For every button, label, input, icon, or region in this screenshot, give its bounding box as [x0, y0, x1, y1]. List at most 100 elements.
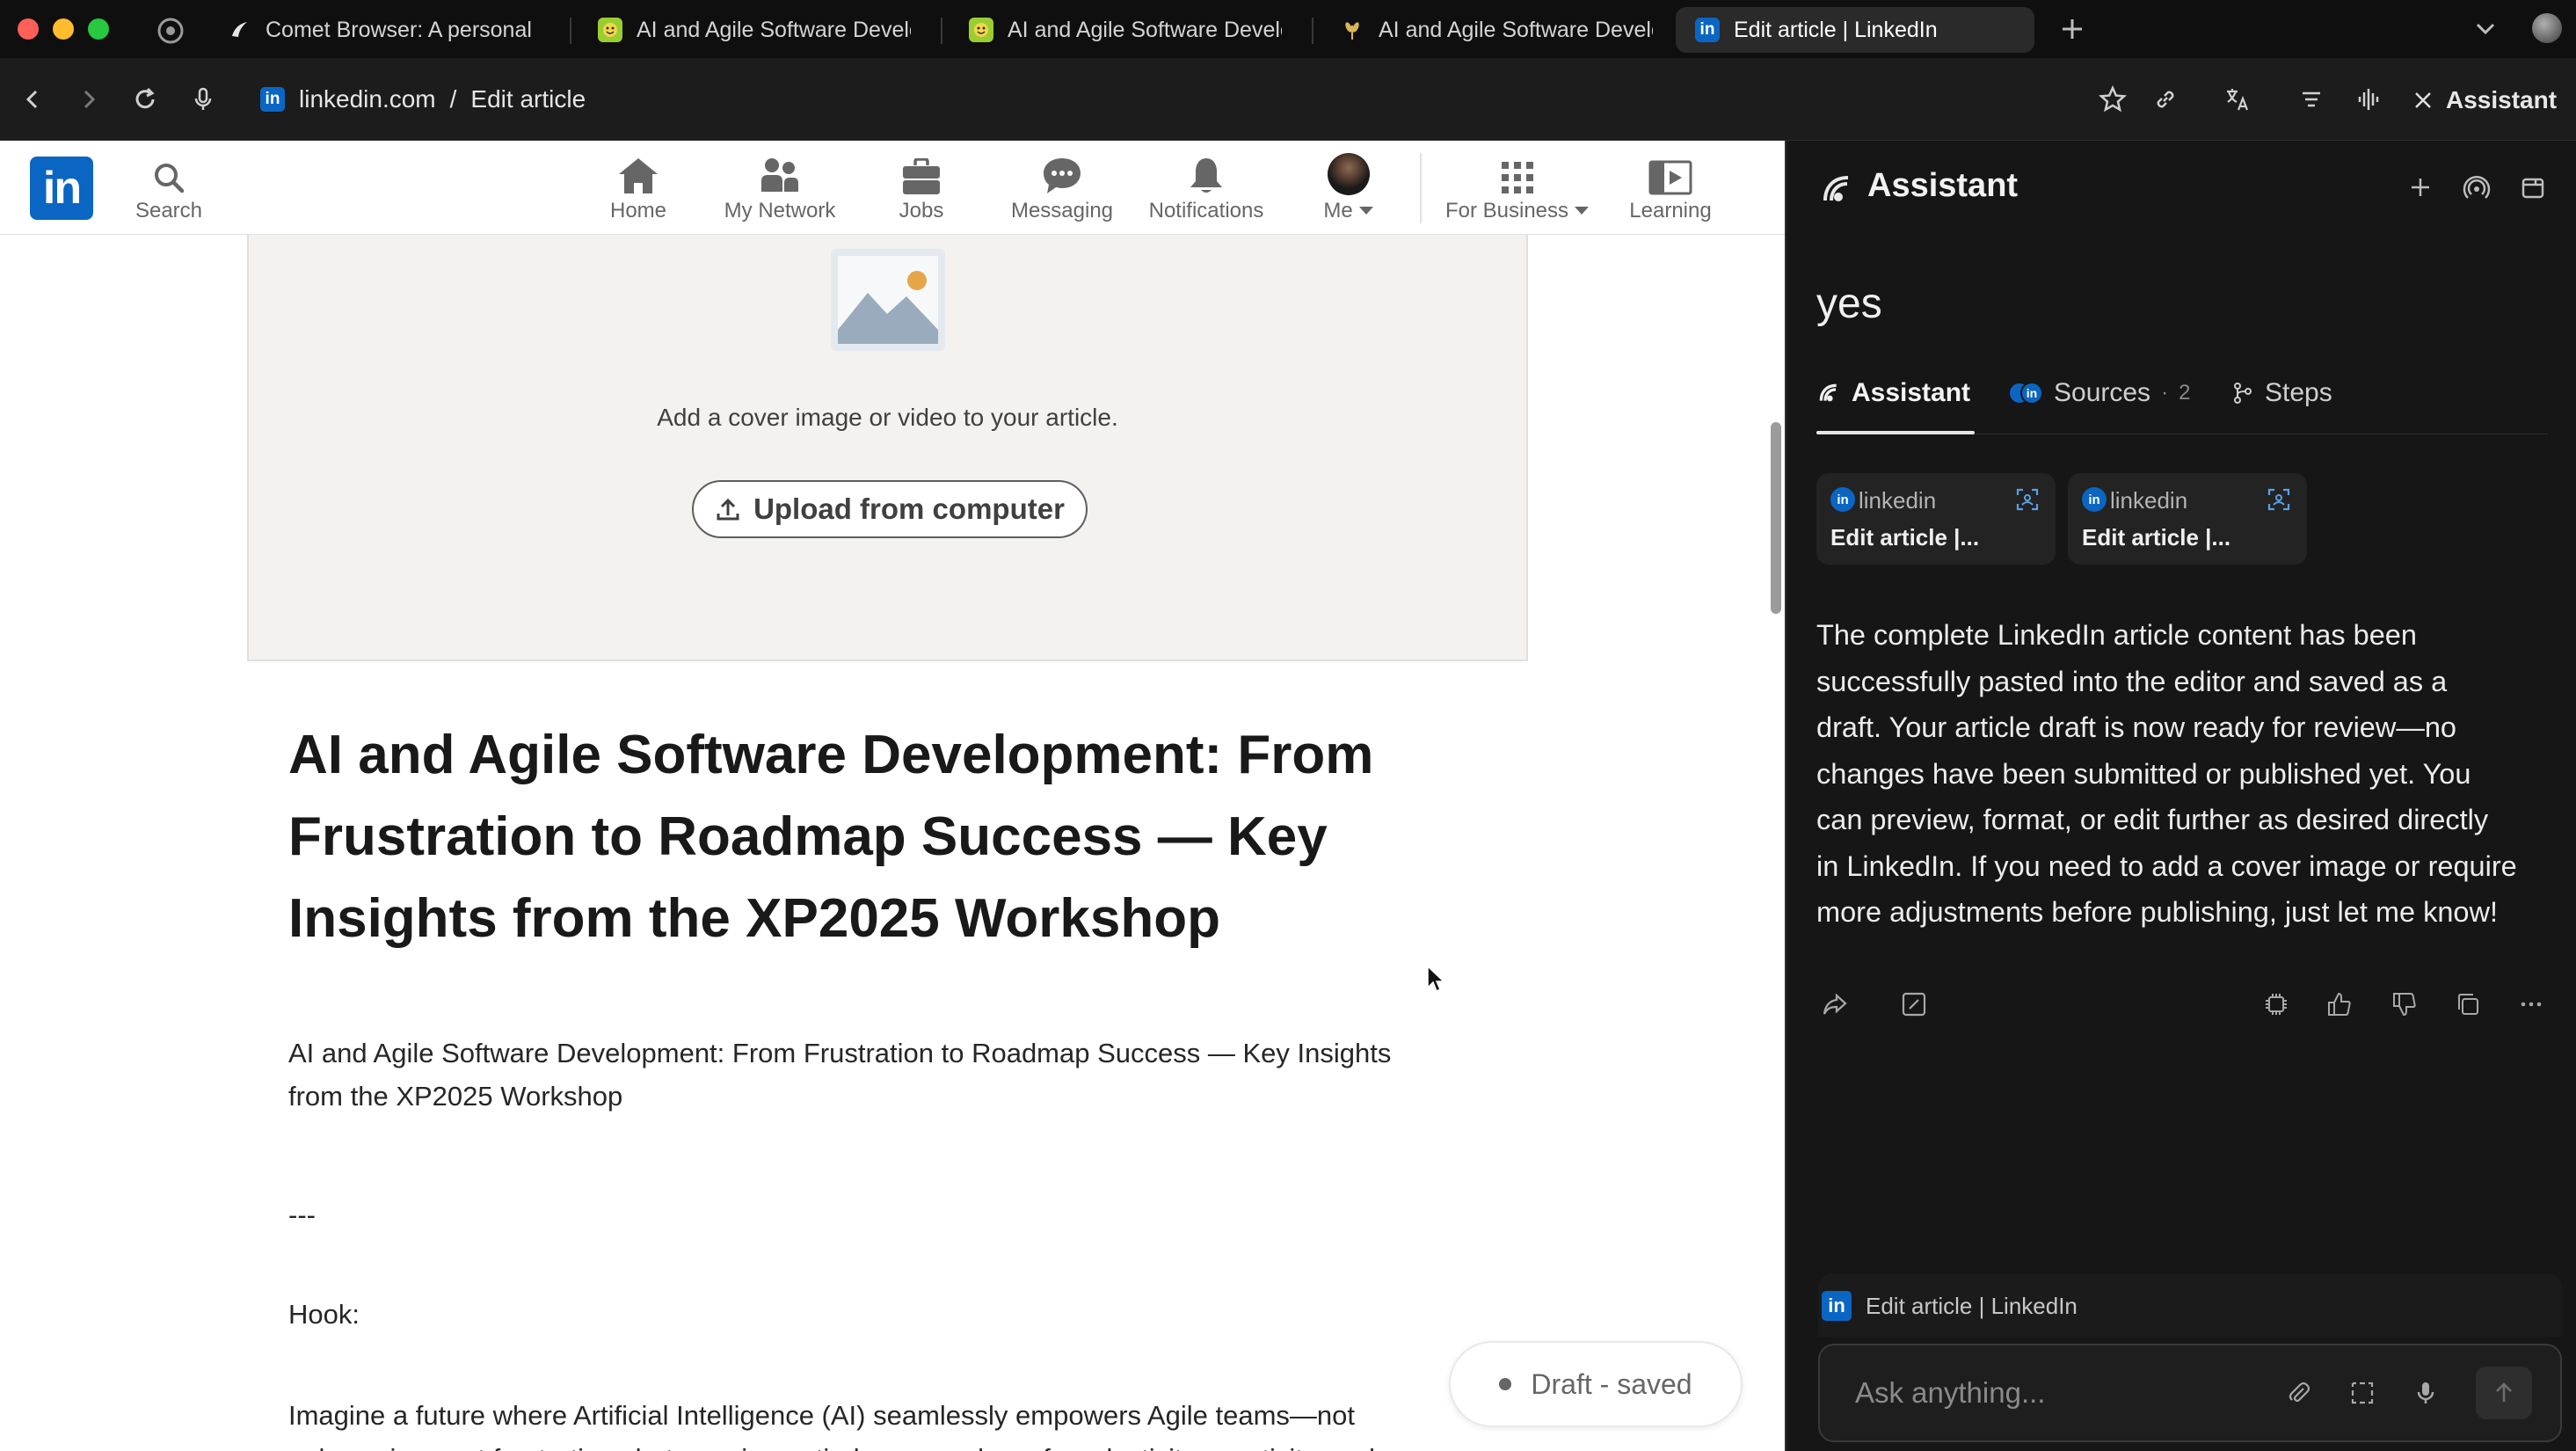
nav-for-business[interactable]: For Business	[1438, 153, 1597, 232]
tab-steps[interactable]: Steps	[2231, 371, 2332, 415]
linkedin-logo[interactable]: in	[30, 157, 93, 220]
reload-icon[interactable]	[130, 84, 160, 114]
hook-label-paragraph[interactable]: Hook:	[288, 1293, 360, 1336]
nav-learning-label: Learning	[1629, 199, 1712, 222]
tab-agile-3[interactable]: AI and Agile Software Development	[1321, 7, 1672, 53]
upload-from-computer-button[interactable]: Upload from computer	[692, 480, 1088, 538]
more-options-icon[interactable]	[2516, 989, 2546, 1019]
agile-favicon	[969, 18, 993, 42]
source-card[interactable]: in linkedin Edit article |...	[2068, 473, 2307, 565]
nav-messaging[interactable]: Messaging	[1001, 153, 1124, 232]
divider-paragraph[interactable]: ---	[288, 1193, 316, 1236]
tab-divider	[941, 18, 942, 44]
link-icon[interactable]	[2150, 84, 2180, 114]
article-editor: Add a cover image or video to your artic…	[0, 235, 1785, 1451]
source-site: linkedin	[1859, 487, 1937, 514]
address-bar: in linkedin.com / Edit article Assistant	[0, 58, 2576, 141]
nav-my-network-label: My Network	[724, 199, 836, 222]
nav-me-label: Me	[1323, 199, 1353, 222]
nav-jobs[interactable]: Jobs	[886, 153, 957, 232]
tab-comet[interactable]: Comet Browser: A personal	[207, 7, 559, 53]
caret-down-icon	[1575, 207, 1590, 215]
answer-line: The complete LinkedIn article content ha…	[1816, 619, 2417, 651]
mouse-cursor-icon	[1426, 965, 1447, 995]
screen-select-icon[interactable]	[2347, 1378, 2377, 1408]
comet-logo-icon	[1819, 383, 1837, 402]
source-title: Edit article |...	[2082, 524, 2231, 551]
new-thread-plus-icon[interactable]	[2405, 172, 2435, 202]
nav-learning[interactable]: Learning	[1619, 153, 1721, 232]
status-dot	[1499, 1378, 1512, 1390]
minimize-window-button[interactable]	[53, 18, 74, 40]
article-title[interactable]: AI and Agile Software Development: From …	[288, 714, 1458, 959]
bookmark-star-icon[interactable]	[2098, 84, 2128, 114]
answer-line: draft. Your article draft is now ready f…	[1816, 711, 2456, 743]
answer-line: successfully pasted into the editor and …	[1816, 665, 2448, 697]
back-icon[interactable]	[18, 84, 47, 114]
voice-waveform-icon[interactable]	[2354, 84, 2384, 114]
sources-count: 2	[2179, 381, 2191, 405]
profile-avatar[interactable]	[2532, 13, 2562, 43]
tab-title: AI and Agile Software Development	[1379, 17, 1653, 42]
share-icon[interactable]	[1820, 989, 1850, 1019]
translate-icon[interactable]	[2223, 84, 2252, 114]
assistant-answer: The complete LinkedIn article content ha…	[1816, 612, 2564, 936]
url-field[interactable]: in linkedin.com / Edit article	[260, 81, 586, 118]
browser-tab-bar: Comet Browser: A personal AI and Agile S…	[0, 0, 2576, 58]
bell-icon	[1188, 153, 1225, 195]
forward-icon[interactable]	[74, 84, 104, 114]
edit-icon[interactable]	[1899, 989, 1929, 1019]
voice-input-microphone-icon[interactable]	[2411, 1378, 2441, 1408]
source-title: Edit article |...	[1830, 524, 1980, 551]
page-context-chip[interactable]: in Edit article | LinkedIn	[1822, 1284, 2078, 1328]
comet-home-icon[interactable]	[155, 15, 186, 47]
source-card[interactable]: in linkedin Edit article |...	[1816, 473, 2056, 565]
settings-chip-icon[interactable]	[2261, 989, 2291, 1019]
nav-me[interactable]: Me	[1313, 153, 1384, 232]
tab-assistant[interactable]: Assistant	[1816, 371, 1970, 415]
ask-input[interactable]	[1855, 1372, 2277, 1414]
copy-icon[interactable]	[2453, 989, 2483, 1019]
comet-logo-icon	[1818, 171, 1855, 208]
broadcast-icon[interactable]	[2462, 172, 2492, 202]
linkedin-global-nav: in Search Home My Network Jobs Messaging…	[0, 141, 1785, 235]
search-button[interactable]: Search	[132, 153, 206, 232]
url-separator: /	[449, 85, 457, 113]
nav-notifications[interactable]: Notifications	[1139, 153, 1273, 232]
nav-my-network[interactable]: My Network	[714, 153, 846, 232]
hook-text-paragraph[interactable]: Imagine a future where Artificial Intell…	[288, 1394, 1375, 1451]
reader-list-icon[interactable]	[2296, 84, 2326, 114]
tab-sources[interactable]: in Sources · 2	[2008, 371, 2190, 415]
tab-agile-1[interactable]: AI and Agile Software Development	[579, 7, 930, 53]
tab-agile-2[interactable]: AI and Agile Software Development	[950, 7, 1301, 53]
draft-status-text: Draft - saved	[1531, 1367, 1692, 1400]
cover-image-area[interactable]: Add a cover image or video to your artic…	[247, 235, 1528, 661]
ask-box	[1818, 1344, 2562, 1442]
search-icon	[151, 153, 186, 195]
thumbs-up-icon[interactable]	[2325, 989, 2354, 1019]
linkedin-favicon: in	[1695, 18, 1720, 42]
home-icon	[617, 153, 659, 195]
maximize-window-button[interactable]	[88, 18, 109, 40]
answer-line: can preview, format, or edit further as …	[1816, 804, 2489, 835]
grid-icon	[1500, 153, 1535, 195]
open-window-icon[interactable]	[2518, 172, 2548, 202]
new-tab-button[interactable]	[2057, 14, 2087, 44]
nav-notifications-label: Notifications	[1148, 199, 1264, 222]
page-scrollbar[interactable]	[1771, 422, 1781, 614]
thumbs-down-icon[interactable]	[2390, 989, 2420, 1019]
article-subtitle-paragraph[interactable]: AI and Agile Software Development: From …	[288, 1032, 1391, 1118]
sources-stack-icon: in	[2008, 382, 2043, 405]
nav-home[interactable]: Home	[603, 153, 673, 232]
nav-messaging-label: Messaging	[1010, 199, 1114, 222]
assistant-toggle-button[interactable]: Assistant	[2412, 83, 2557, 118]
close-window-button[interactable]	[18, 18, 39, 40]
tab-list-chevron-icon[interactable]	[2472, 16, 2499, 42]
send-button[interactable]	[2476, 1367, 2532, 1419]
tab-linkedin-edit[interactable]: in Edit article | LinkedIn	[1676, 7, 2034, 53]
tab-title: AI and Agile Software Development	[1008, 17, 1282, 42]
tab-divider	[1312, 18, 1313, 44]
microphone-icon[interactable]	[188, 84, 218, 114]
upload-icon	[717, 498, 739, 521]
attach-paperclip-icon[interactable]	[2284, 1378, 2314, 1408]
